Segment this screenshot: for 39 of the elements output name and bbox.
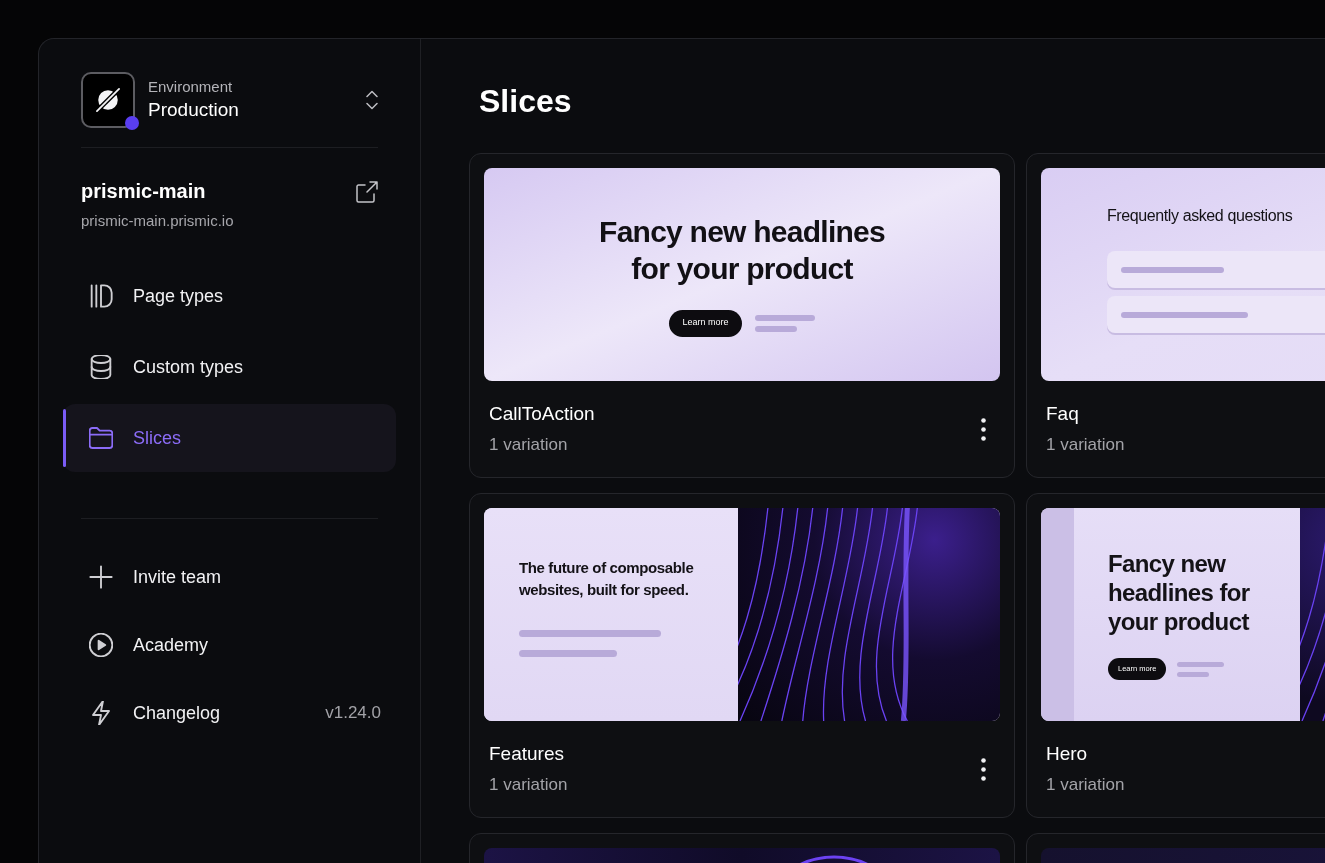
selection-bar <box>63 409 66 467</box>
slice-name: Hero <box>1046 742 1089 766</box>
slice-name: CallToAction <box>489 402 595 426</box>
slice-name: Faq <box>1046 402 1080 426</box>
page-title: Slices <box>479 82 573 121</box>
variation-count: 1 variation <box>489 434 569 456</box>
database-icon <box>89 355 113 379</box>
repository-url: prismic-main.prismic.io <box>81 211 234 231</box>
plus-icon <box>89 565 113 589</box>
chevron-up-down-icon[interactable] <box>366 90 378 110</box>
variation-count: 1 variation <box>1046 774 1125 796</box>
logo-icon <box>81 72 135 128</box>
repository-name: prismic-main <box>81 179 207 204</box>
preview-headline: Frequently asked questions <box>1107 206 1294 226</box>
environment-name: Production <box>148 98 239 122</box>
sidebar-link[interactable]: Invite team <box>63 543 396 611</box>
sidebar-link[interactable]: Academy <box>63 611 396 679</box>
preview-headline: Fancy new headlines for your product <box>598 213 886 287</box>
version-label: v1.24.0 <box>325 702 381 725</box>
lightning-icon <box>89 701 113 725</box>
folder-icon <box>89 426 113 450</box>
learn-more-button: Learn more <box>669 309 742 337</box>
external-link-icon[interactable] <box>356 181 378 203</box>
preview-headline: The future of composable websites, built for speed. <box>519 558 695 600</box>
more-options-icon[interactable] <box>981 757 986 781</box>
sidebar-item[interactable]: Custom types <box>63 333 396 401</box>
slice-card[interactable]: Frequently asked questions Faq 1 variation <box>1026 153 1325 478</box>
preview-headline: Fancy new headlines for your product <box>1108 549 1251 636</box>
slice-card[interactable]: Fancy new headlines for your product Learn more CallToAction 1 variation <box>469 153 1015 478</box>
more-options-icon[interactable] <box>981 417 986 441</box>
environment-label: Environment <box>148 77 234 97</box>
sidebar-item[interactable]: Slices <box>63 404 396 472</box>
variation-count: 1 variation <box>489 774 568 796</box>
slice-card[interactable]: The future of composable websites, built for speed. Features 1 variation <box>469 493 1015 818</box>
sidebar-link[interactable]: Changelog v1.24.0 <box>63 679 396 747</box>
variation-count: 1 variation <box>1046 434 1125 456</box>
columns-icon <box>89 284 113 308</box>
slice-name: Features <box>489 742 565 766</box>
sidebar-item[interactable]: Page types <box>63 262 396 330</box>
